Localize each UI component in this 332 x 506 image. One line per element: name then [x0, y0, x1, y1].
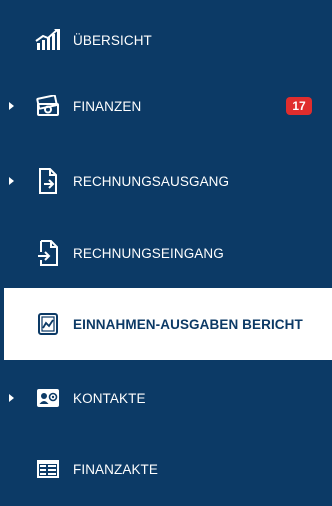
caret-right-icon: [9, 102, 14, 110]
incoming-invoice-icon: [35, 240, 61, 266]
sidebar-item-label: FINANZAKTE: [73, 461, 159, 477]
sidebar-item-finanzen[interactable]: FINANZEN 17: [0, 70, 332, 142]
notification-badge: 17: [286, 97, 312, 115]
finance-file-icon: [35, 456, 61, 482]
sidebar-item-kontakte[interactable]: KONTAKTE: [0, 362, 332, 434]
sidebar-item-label: EINNAHMEN-AUSGABEN BERICHT: [73, 316, 303, 332]
report-chart-icon: [35, 311, 61, 337]
outgoing-invoice-icon: [35, 168, 61, 194]
sidebar-item-finanzakte[interactable]: FINANZAKTE: [0, 433, 332, 505]
sidebar-item-label: RECHNUNGSEINGANG: [73, 245, 224, 261]
contact-card-icon: [35, 385, 61, 411]
sidebar-item-label: FINANZEN: [73, 98, 142, 114]
sidebar-item-label: ÜBERSICHT: [73, 32, 152, 48]
sidebar-nav: ÜBERSICHT FINANZEN 17 RECHNUNGSAUSGANG R…: [0, 0, 332, 506]
sidebar-item-uebersicht[interactable]: ÜBERSICHT: [0, 4, 332, 76]
money-icon: [35, 93, 61, 119]
sidebar-item-rechnungseingang[interactable]: RECHNUNGSEINGANG: [0, 217, 332, 289]
sidebar-item-rechnungsausgang[interactable]: RECHNUNGSAUSGANG: [0, 145, 332, 217]
sidebar-item-label: KONTAKTE: [73, 390, 146, 406]
sidebar-item-label: RECHNUNGSAUSGANG: [73, 173, 230, 189]
sidebar-item-einnahmen-ausgaben-bericht[interactable]: EINNAHMEN-AUSGABEN BERICHT: [0, 288, 332, 360]
bar-chart-icon: [35, 27, 61, 53]
caret-right-icon: [9, 177, 14, 185]
caret-right-icon: [9, 394, 14, 402]
